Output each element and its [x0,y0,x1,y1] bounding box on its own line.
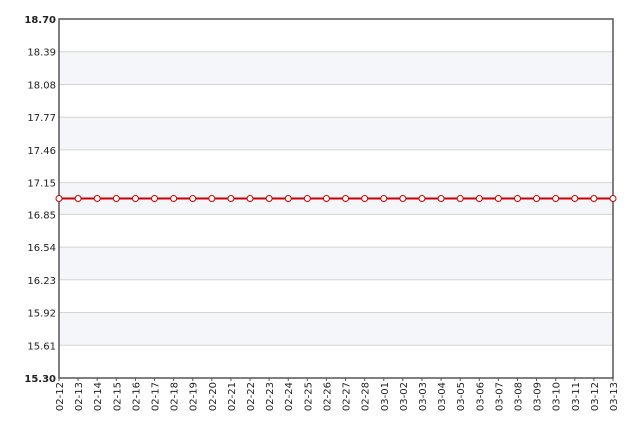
data-point [361,195,369,202]
data-point [93,195,101,202]
x-tick-label: 02-28 [361,382,372,411]
data-point [418,195,426,202]
data-point [246,195,254,202]
data-point [475,195,483,202]
data-point [131,195,139,202]
y-tick-label: 16.85 [27,210,56,221]
x-tick-label: 03-13 [609,382,620,411]
y-tick-label: 15.61 [27,341,56,352]
y-tick-label: 18.08 [27,80,56,91]
data-point [170,195,178,202]
data-point [208,195,216,202]
data-point [437,195,445,202]
y-tick-label: 15.30 [24,374,56,385]
data-point [533,195,541,202]
y-tick-label: 15.92 [27,309,56,320]
x-tick-label: 03-12 [590,382,601,411]
bg-band [59,51,613,85]
data-point [284,195,292,202]
x-tick-label: 03-02 [399,382,410,411]
x-tick-label: 02-20 [208,382,219,411]
x-tick-label: 02-17 [151,382,162,411]
x-tick-label: 02-25 [303,382,314,411]
x-tick-label: 02-23 [265,382,276,411]
data-point [494,195,502,202]
bg-band [59,312,613,346]
x-tick-label: 03-01 [380,382,391,411]
data-point [303,195,311,202]
data-point [151,195,159,202]
data-point [322,195,330,202]
data-point [399,195,407,202]
x-tick-label: 03-11 [571,382,582,411]
x-tick-label: 03-05 [456,382,467,411]
x-tick-label: 03-04 [437,382,448,411]
x-tick-label: 02-26 [322,382,333,411]
y-tick-label: 17.15 [27,179,56,190]
line-chart: 15.30 15.61 15.92 16.23 16.54 16.85 17.15 17.46… [24,15,620,411]
x-tick-label: 02-27 [342,382,353,411]
x-tick-label: 02-19 [189,382,200,411]
bg-band [59,117,613,150]
x-tick-label: 02-12 [55,382,66,411]
y-tick-label: 16.54 [27,243,56,254]
y-tick-label: 17.77 [27,113,56,124]
x-tick-label: 03-07 [494,382,505,411]
y-tick-label: 16.23 [27,276,56,287]
y-tick-label: 18.39 [27,48,56,59]
data-point [590,195,598,202]
y-tick-label: 17.46 [27,146,56,157]
data-point [265,195,273,202]
x-tick-label: 03-09 [533,382,544,411]
data-point [380,195,388,202]
x-tick-label: 02-22 [246,382,257,411]
x-tick-label: 02-18 [170,382,181,411]
x-tick-label: 02-16 [131,382,142,411]
data-point [552,195,560,202]
y-tick-label: 18.70 [24,15,56,26]
data-point [189,195,197,202]
data-point [74,195,82,202]
x-tick-label: 03-08 [513,382,524,411]
x-tick-label: 03-06 [475,382,486,411]
x-tick-label: 02-15 [112,382,123,411]
data-point [227,195,235,202]
data-point [609,195,617,202]
data-point [55,195,63,202]
x-tick-label: 03-03 [418,382,429,411]
x-tick-label: 02-14 [93,382,104,411]
bg-band [59,247,613,280]
x-axis-ticks: 02-12 02-13 02-14 02-15 02-16 02-17 02-18 02-19… [55,378,620,411]
y-axis-ticks: 15.30 15.61 15.92 16.23 16.54 16.85 17.15 17.46… [24,15,56,385]
x-tick-label: 02-24 [284,382,295,411]
data-point [112,195,120,202]
data-point [513,195,521,202]
x-tick-label: 02-13 [74,382,85,411]
x-tick-label: 03-10 [552,382,563,411]
data-point [342,195,350,202]
data-point [571,195,579,202]
data-point [456,195,464,202]
x-tick-label: 02-21 [227,382,238,411]
